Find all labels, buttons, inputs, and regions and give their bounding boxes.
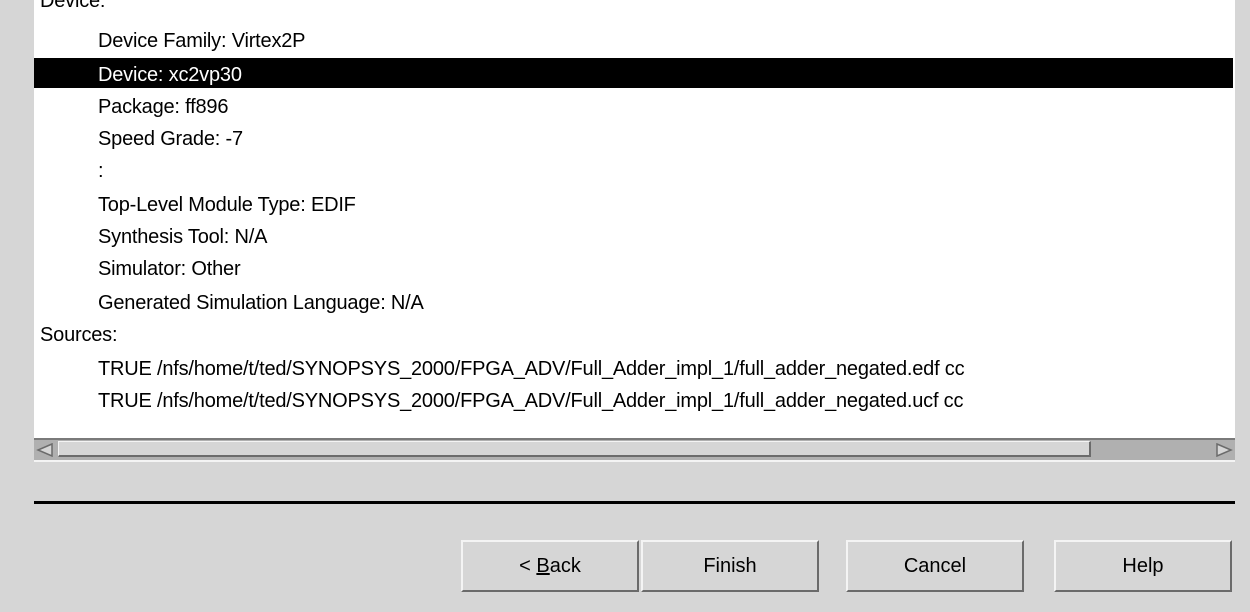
cancel-button[interactable]: Cancel [846,540,1024,592]
summary-item-simulator[interactable]: Simulator: Other [98,254,241,284]
summary-item-top-level-module-type[interactable]: Top-Level Module Type: EDIF [98,190,356,220]
dialog-separator [34,501,1235,504]
horizontal-scrollbar[interactable] [34,438,1235,462]
summary-item-colon[interactable]: : [98,156,104,186]
help-button[interactable]: Help [1054,540,1232,592]
cancel-button-label: Cancel [903,554,967,577]
source-file-row[interactable]: TRUE /nfs/home/t/ted/SYNOPSYS_2000/FPGA_… [98,386,963,416]
project-summary-list[interactable]: Device: Device Family: Virtex2P Device: … [34,0,1235,438]
finish-button-label: Finish [703,554,757,577]
back-button-prefix: < [519,554,537,577]
back-button-mnemonic: B [536,554,550,577]
device-section-header: Device: [40,0,106,12]
back-button-suffix: ack [549,554,581,577]
scroll-right-arrow-icon[interactable] [1213,440,1235,460]
summary-item-device-selected[interactable]: Device: xc2vp30 [34,58,1233,88]
scrollbar-thumb[interactable] [58,441,1091,457]
sources-section-header: Sources: [40,324,118,346]
summary-item-device-family[interactable]: Device Family: Virtex2P [98,26,306,56]
source-file-row[interactable]: TRUE /nfs/home/t/ted/SYNOPSYS_2000/FPGA_… [98,354,965,384]
summary-item-generated-sim-language[interactable]: Generated Simulation Language: N/A [98,288,424,318]
scroll-left-arrow-icon[interactable] [34,440,56,460]
back-button[interactable]: < Back [461,540,639,592]
summary-item-speed-grade[interactable]: Speed Grade: -7 [98,124,243,154]
finish-button[interactable]: Finish [641,540,819,592]
summary-item-package[interactable]: Package: ff896 [98,92,228,122]
summary-item-synthesis-tool[interactable]: Synthesis Tool: N/A [98,222,267,252]
help-button-label: Help [1122,554,1164,577]
